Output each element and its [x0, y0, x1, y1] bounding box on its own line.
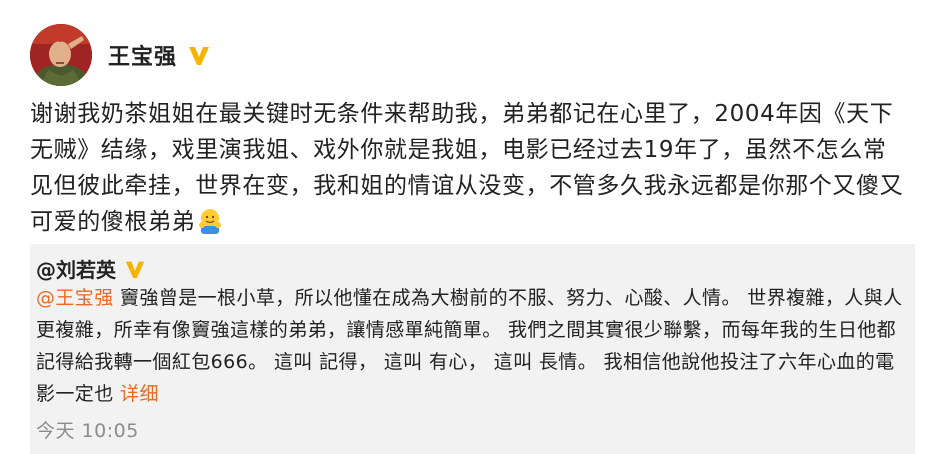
- repost-block[interactable]: @刘若英 @王宝强 竇強曾是一根小草，所以他懂在成為大樹前的不服、努力、心酸、人…: [30, 244, 915, 454]
- timestamp: 今天 10:05: [36, 420, 139, 442]
- repost-author-name[interactable]: @刘若英: [36, 254, 116, 283]
- avatar-image: [30, 24, 92, 86]
- weibo-post-card: 王宝强 谢谢我奶茶姐姐在最关键时无条件来帮助我，弟弟都记在心里了，2004年因《…: [0, 0, 933, 454]
- author-name[interactable]: 王宝强: [108, 39, 177, 71]
- post-body: 谢谢我奶茶姐姐在最关键时无条件来帮助我，弟弟都记在心里了，2004年因《天下无贼…: [30, 96, 910, 240]
- repost-body: @王宝强 竇強曾是一根小草，所以他懂在成為大樹前的不服、努力、心酸、人情。 世界…: [36, 282, 906, 410]
- post-header: 王宝强: [30, 20, 211, 90]
- repost-text: 竇強曾是一根小草，所以他懂在成為大樹前的不服、努力、心酸、人情。 世界複雜，人與…: [36, 287, 903, 405]
- more-link[interactable]: 详细: [120, 383, 159, 405]
- avatar[interactable]: [30, 24, 92, 86]
- hugging-face-emoji: [197, 207, 223, 235]
- mention-link[interactable]: @王宝强: [36, 287, 114, 309]
- verified-v-icon: [125, 261, 145, 278]
- verified-v-icon: [189, 47, 210, 65]
- post-text: 谢谢我奶茶姐姐在最关键时无条件来帮助我，弟弟都记在心里了，2004年因《天下无贼…: [30, 101, 904, 235]
- repost-author: @刘若英: [36, 254, 146, 283]
